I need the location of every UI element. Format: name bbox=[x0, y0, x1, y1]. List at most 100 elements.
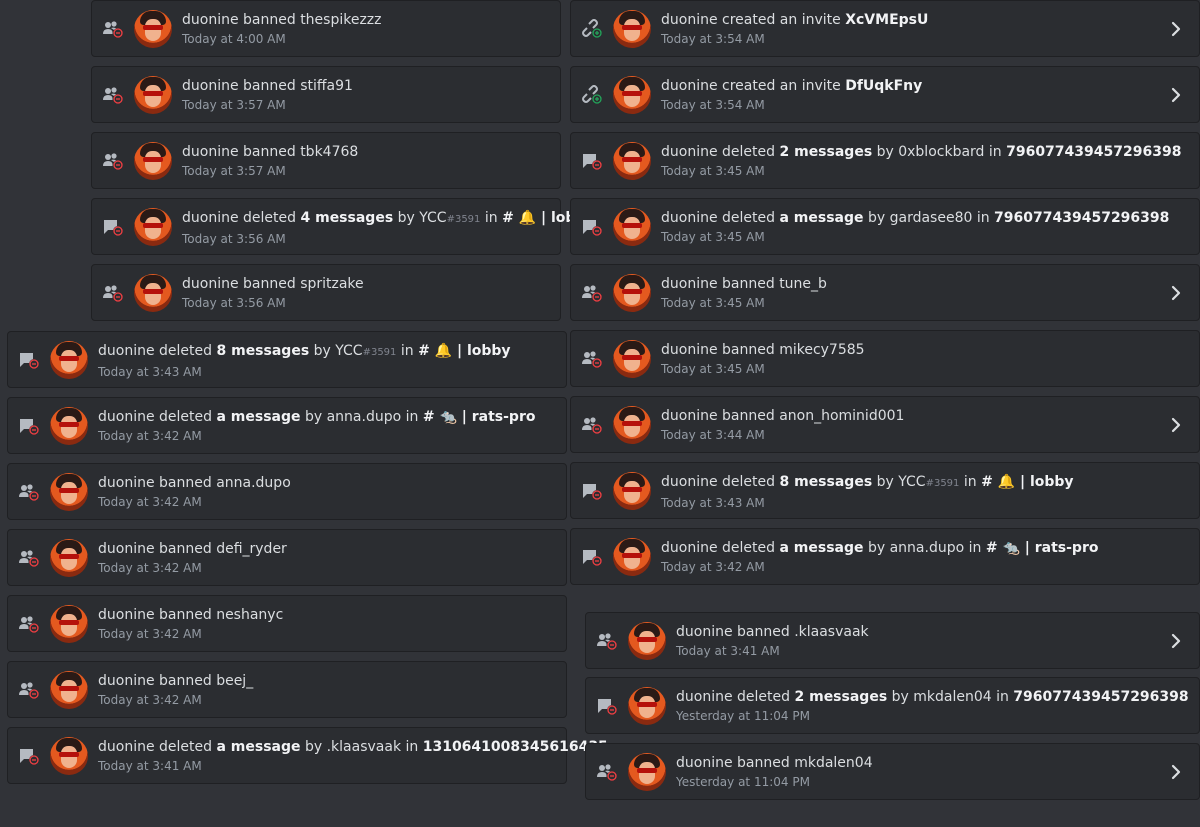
avatar bbox=[134, 274, 172, 312]
chevron-right-icon[interactable] bbox=[1171, 87, 1181, 103]
actor-name[interactable]: duonine bbox=[182, 276, 239, 292]
actor-name[interactable]: duonine bbox=[182, 12, 239, 28]
entry-target[interactable]: # 🔔 | lobby bbox=[981, 474, 1073, 490]
actor-name[interactable]: duonine bbox=[676, 689, 733, 705]
entry-action-text: by 0xblockbard in bbox=[872, 144, 1007, 160]
actor-name[interactable]: duonine bbox=[98, 409, 155, 425]
actor-name[interactable]: duonine bbox=[661, 144, 718, 160]
entry-action: duonine banned beej_ bbox=[98, 672, 526, 690]
ban-icon bbox=[102, 151, 124, 171]
entry-target[interactable]: 2 messages bbox=[794, 689, 887, 705]
message-delete-icon bbox=[18, 350, 40, 370]
entry-timestamp: Today at 3:54 AM bbox=[661, 98, 765, 112]
actor-name[interactable]: duonine bbox=[98, 673, 155, 689]
avatar bbox=[50, 737, 88, 775]
actor-name[interactable]: duonine bbox=[98, 343, 155, 359]
entry-action: duonine banned spritzake bbox=[182, 275, 520, 293]
actor-name[interactable]: duonine bbox=[98, 607, 155, 623]
audit-log-entry[interactable]: duonine created an invite XcVMEpsU Today … bbox=[570, 0, 1200, 57]
entry-target[interactable]: a message bbox=[779, 210, 863, 226]
audit-log-entry[interactable]: duonine banned tune_b Today at 3:45 AM bbox=[570, 264, 1200, 321]
entry-text: duonine banned spritzake Today at 3:56 AM bbox=[182, 275, 520, 311]
audit-log-entry: duonine deleted a message by anna.dupo i… bbox=[570, 528, 1200, 585]
audit-log-entry[interactable]: duonine created an invite DfUqkFny Today … bbox=[570, 66, 1200, 123]
chevron-right-icon[interactable] bbox=[1171, 21, 1181, 37]
entry-target[interactable]: 2 messages bbox=[779, 144, 872, 160]
entry-text: duonine banned defi_ryder Today at 3:42 A… bbox=[98, 540, 526, 576]
entry-timestamp: Today at 3:42 AM bbox=[98, 693, 202, 707]
avatar bbox=[613, 406, 651, 444]
chevron-right-icon[interactable] bbox=[1171, 633, 1181, 649]
entry-timestamp: Today at 4:00 AM bbox=[182, 32, 286, 46]
audit-log-entry[interactable]: duonine banned mkdalen04 Yesterday at 11:… bbox=[585, 743, 1200, 800]
entry-timestamp: Today at 3:54 AM bbox=[661, 32, 765, 46]
entry-action-text: deleted bbox=[243, 210, 301, 226]
entry-action: duonine deleted 8 messages by YCC#3591 i… bbox=[661, 473, 1159, 493]
avatar bbox=[50, 671, 88, 709]
entry-target[interactable]: 796077439457296398 bbox=[1013, 689, 1188, 705]
entry-target[interactable]: a message bbox=[216, 739, 300, 755]
entry-timestamp: Today at 3:45 AM bbox=[661, 362, 765, 376]
entry-target[interactable]: DfUqkFny bbox=[845, 78, 922, 94]
chevron-right-icon[interactable] bbox=[1171, 764, 1181, 780]
chevron-right-icon[interactable] bbox=[1171, 417, 1181, 433]
entry-action-text: banned anon_hominid001 bbox=[722, 408, 905, 424]
actor-name[interactable]: duonine bbox=[661, 78, 718, 94]
entry-action: duonine deleted a message by anna.dupo i… bbox=[661, 539, 1159, 557]
entry-action: duonine deleted 2 messages by mkdalen04 … bbox=[676, 688, 1189, 706]
audit-log-entry: duonine banned stiffa91 Today at 3:57 AM bbox=[91, 66, 561, 123]
entry-target[interactable]: 796077439457296398 bbox=[1006, 144, 1181, 160]
actor-name[interactable]: duonine bbox=[182, 210, 239, 226]
avatar bbox=[50, 407, 88, 445]
entry-action: duonine banned stiffa91 bbox=[182, 77, 520, 95]
actor-name[interactable]: duonine bbox=[661, 540, 718, 556]
actor-name[interactable]: duonine bbox=[182, 78, 239, 94]
ban-icon bbox=[581, 349, 603, 369]
entry-timestamp: Today at 3:42 AM bbox=[98, 561, 202, 575]
entry-target[interactable]: 8 messages bbox=[779, 474, 872, 490]
actor-name[interactable]: duonine bbox=[661, 276, 718, 292]
entry-timestamp: Yesterday at 11:04 PM bbox=[676, 775, 810, 789]
audit-log-entry[interactable]: duonine banned .klaasvaak Today at 3:41 A… bbox=[585, 612, 1200, 669]
entry-target[interactable]: 1310641008345616435 bbox=[423, 739, 608, 755]
entry-action-text: banned anna.dupo bbox=[159, 475, 291, 491]
avatar bbox=[613, 10, 651, 48]
actor-name[interactable]: duonine bbox=[98, 475, 155, 491]
entry-action-text: by .klaasvaak in bbox=[300, 739, 423, 755]
entry-action-text: deleted bbox=[159, 409, 217, 425]
entry-action-text: banned tune_b bbox=[722, 276, 827, 292]
entry-target[interactable]: 8 messages bbox=[216, 343, 309, 359]
entry-action-text: deleted bbox=[722, 144, 780, 160]
entry-target[interactable]: # 🐀 | rats-pro bbox=[986, 540, 1099, 556]
entry-action-text: banned mikecy7585 bbox=[722, 342, 865, 358]
chevron-right-icon[interactable] bbox=[1171, 285, 1181, 301]
actor-name[interactable]: duonine bbox=[661, 12, 718, 28]
entry-target[interactable]: # 🔔 | lobby bbox=[418, 343, 510, 359]
actor-name[interactable]: duonine bbox=[182, 144, 239, 160]
user-discriminator: #3591 bbox=[446, 214, 481, 225]
actor-name[interactable]: duonine bbox=[676, 755, 733, 771]
actor-name[interactable]: duonine bbox=[98, 541, 155, 557]
actor-name[interactable]: duonine bbox=[661, 210, 718, 226]
actor-name[interactable]: duonine bbox=[661, 408, 718, 424]
actor-name[interactable]: duonine bbox=[98, 739, 155, 755]
entry-target[interactable]: 796077439457296398 bbox=[994, 210, 1169, 226]
audit-log-entry: duonine deleted 8 messages by YCC#3591 i… bbox=[7, 331, 567, 388]
entry-action: duonine created an invite DfUqkFny bbox=[661, 77, 1159, 95]
invite-create-icon bbox=[581, 19, 603, 39]
entry-target[interactable]: a message bbox=[779, 540, 863, 556]
actor-name[interactable]: duonine bbox=[661, 474, 718, 490]
entry-target[interactable]: a message bbox=[216, 409, 300, 425]
entry-target[interactable]: # 🐀 | rats-pro bbox=[423, 409, 536, 425]
actor-name[interactable]: duonine bbox=[661, 342, 718, 358]
audit-log-entry[interactable]: duonine banned anon_hominid001 Today at 3… bbox=[570, 396, 1200, 453]
entry-action-text: banned stiffa91 bbox=[243, 78, 353, 94]
actor-name[interactable]: duonine bbox=[676, 624, 733, 640]
entry-text: duonine deleted 4 messages by YCC#3591 i… bbox=[182, 209, 595, 247]
entry-target[interactable]: 4 messages bbox=[300, 210, 393, 226]
entry-target[interactable]: XcVMEpsU bbox=[845, 12, 928, 28]
message-delete-icon bbox=[596, 696, 618, 716]
entry-action-text: deleted bbox=[159, 739, 217, 755]
entry-timestamp: Today at 3:43 AM bbox=[661, 496, 765, 510]
message-delete-icon bbox=[102, 217, 124, 237]
